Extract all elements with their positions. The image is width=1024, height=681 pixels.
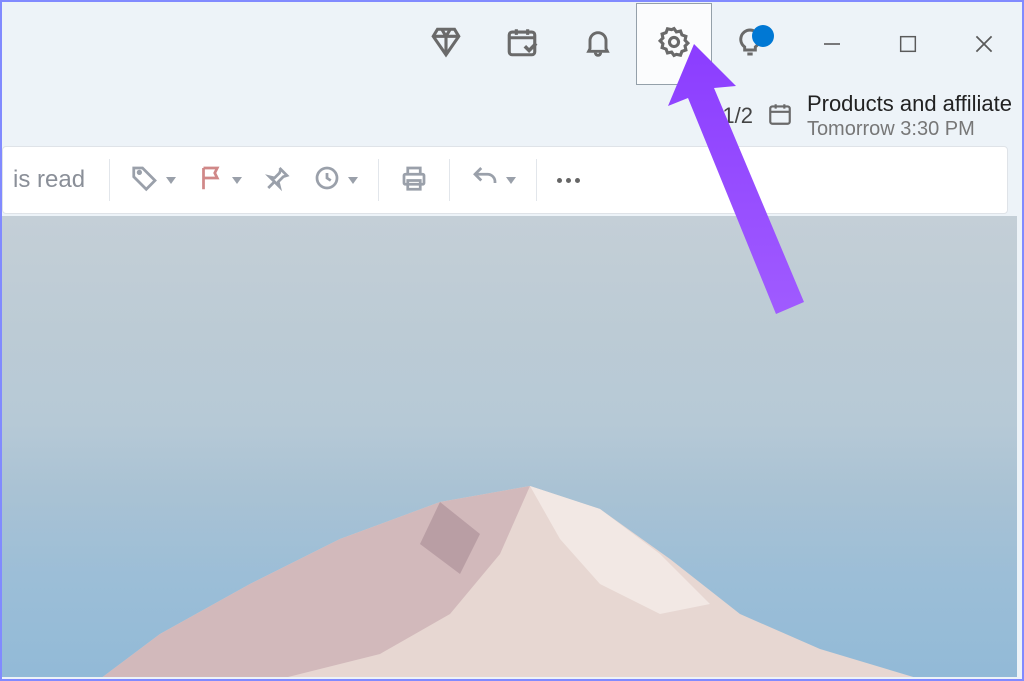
flag-button[interactable] <box>186 158 252 202</box>
minimize-button[interactable] <box>794 2 870 86</box>
snooze-button[interactable] <box>302 158 368 202</box>
info-bar: 1/2 Products and affiliate Tomorrow 3:30… <box>2 86 1022 146</box>
mountain-illustration <box>100 484 920 677</box>
flag-icon <box>196 163 226 198</box>
chevron-down-icon <box>348 177 358 184</box>
calendar-icon[interactable] <box>767 101 793 132</box>
close-icon <box>971 31 997 57</box>
upcoming-event[interactable]: Products and affiliate Tomorrow 3:30 PM <box>807 90 1012 143</box>
calendar-task-button[interactable] <box>484 3 560 85</box>
content-area <box>2 216 1017 677</box>
undo-icon <box>470 163 500 198</box>
event-title: Products and affiliate <box>807 90 1012 118</box>
settings-button[interactable] <box>636 3 712 85</box>
close-button[interactable] <box>946 2 1022 86</box>
page-indicator: 1/2 <box>722 103 753 129</box>
more-actions-button[interactable] <box>547 158 590 202</box>
divider <box>536 159 537 201</box>
maximize-icon <box>897 33 919 55</box>
notifications-button[interactable] <box>560 3 636 85</box>
ellipsis-icon <box>557 178 580 183</box>
premium-button[interactable] <box>408 3 484 85</box>
chevron-down-icon <box>506 177 516 184</box>
chevron-down-icon <box>232 177 242 184</box>
window-controls <box>794 2 1022 86</box>
tag-button[interactable] <box>120 158 186 202</box>
undo-button[interactable] <box>460 158 526 202</box>
event-time: Tomorrow 3:30 PM <box>807 117 1012 142</box>
gear-icon <box>657 25 691 64</box>
title-bar <box>2 2 792 86</box>
bell-icon <box>582 26 614 63</box>
pin-button[interactable] <box>252 158 302 202</box>
pin-icon <box>262 163 292 198</box>
printer-icon <box>399 163 429 198</box>
clock-icon <box>312 163 342 198</box>
background-image <box>2 216 1017 677</box>
mark-read-label[interactable]: is read <box>13 166 85 194</box>
tag-icon <box>130 163 160 198</box>
app-window: 1/2 Products and affiliate Tomorrow 3:30… <box>0 0 1024 681</box>
diamond-icon <box>429 25 463 64</box>
maximize-button[interactable] <box>870 2 946 86</box>
chevron-down-icon <box>166 177 176 184</box>
message-toolbar: is read <box>2 146 1008 214</box>
divider <box>449 159 450 201</box>
notification-badge <box>752 25 774 47</box>
tips-button[interactable] <box>712 3 788 85</box>
divider <box>109 159 110 201</box>
print-button[interactable] <box>389 158 439 202</box>
divider <box>378 159 379 201</box>
calendar-check-icon <box>505 25 539 64</box>
minimize-icon <box>820 32 844 56</box>
